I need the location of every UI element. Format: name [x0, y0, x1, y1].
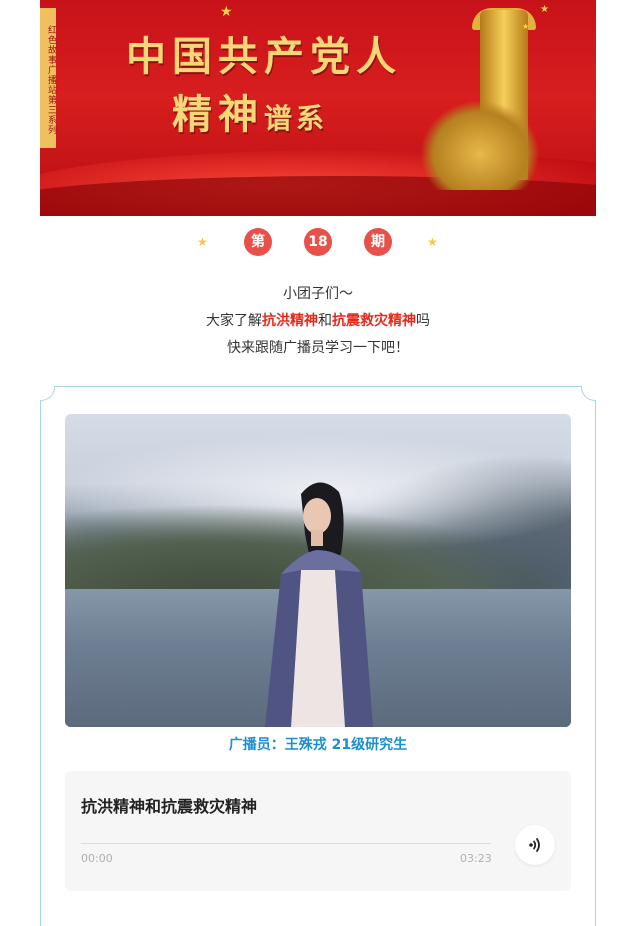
star-icon: ★ [197, 235, 208, 249]
card-corner [40, 386, 55, 401]
banner-image: ★ ★ ★ 红色故事广播站第三系列 中国共产党人 精神谱系 [40, 0, 596, 216]
card-corner [581, 386, 596, 401]
star-icon: ★ [427, 235, 438, 249]
highlight-quake-spirit: 抗震救灾精神 [332, 313, 416, 329]
issue-number-badge: 18 [304, 228, 332, 256]
star-icon: ★ [522, 22, 530, 31]
broadcaster-figure [265, 482, 373, 727]
star-icon: ★ [540, 4, 549, 15]
issue-prefix-badge: 第 [244, 228, 272, 256]
banner-title-small: 谱系 [264, 102, 329, 135]
broadcaster-caption: 广播员：王殊戎 21级研究生 [228, 737, 408, 753]
sound-wave-icon [529, 838, 540, 852]
audio-current-time: 00:00 [81, 852, 113, 865]
broadcaster-photo [65, 414, 571, 727]
intro-line2: 大家了解抗洪精神和抗震救灾精神吗 [206, 313, 430, 329]
audio-play-button[interactable] [515, 825, 555, 865]
audio-progress-track[interactable] [81, 843, 491, 844]
intro-line1: 小团子们～ [283, 286, 353, 302]
issue-suffix-badge: 期 [364, 228, 392, 256]
highlight-flood-spirit: 抗洪精神 [262, 313, 318, 329]
series-tag: 红色故事广播站第三系列 [40, 8, 56, 148]
audio-title: 抗洪精神和抗震救灾精神 [81, 797, 258, 816]
statues [420, 100, 540, 190]
star-icon: ★ [220, 4, 233, 20]
audio-total-time: 03:23 [460, 852, 492, 865]
intro-line3: 快来跟随广播员学习一下吧！ [227, 340, 409, 356]
banner-title-line1: 中国共产党人 [126, 33, 402, 80]
banner-title-line2: 精神谱系 [172, 91, 329, 138]
audio-player[interactable]: 抗洪精神和抗震救灾精神 00:00 03:23 [65, 771, 571, 891]
